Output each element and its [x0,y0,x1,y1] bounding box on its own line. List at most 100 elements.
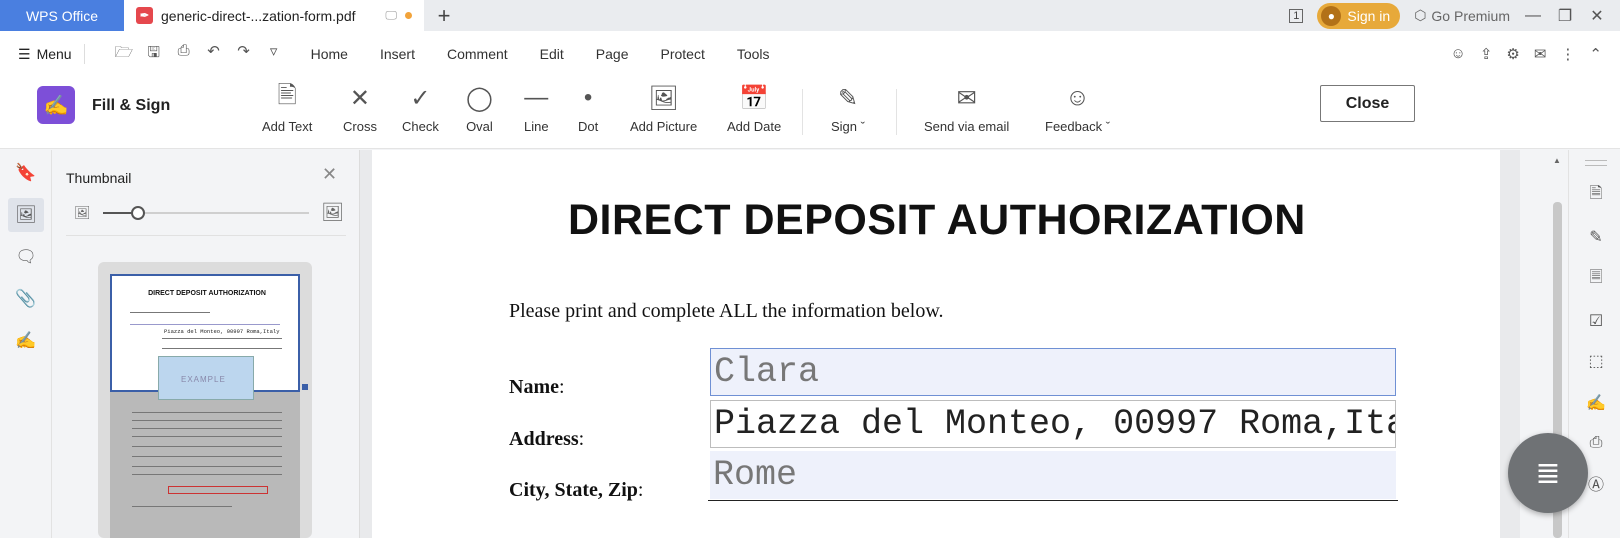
check-button[interactable]: ✓ Check [402,81,439,135]
document-edit-icon[interactable]: 🗎 [1583,182,1609,208]
cross-button[interactable]: ✕ Cross [343,81,377,135]
nav-comment[interactable]: Comment [431,46,524,62]
close-fill-sign-button[interactable]: Close [1320,85,1415,122]
thumb-address: Piazza del Monteo, 00997 Roma,Italy [164,328,280,335]
thumb-line [130,312,210,313]
check-icon: ✓ [410,84,431,112]
customize-dropdown-icon[interactable]: ▿ [265,42,283,67]
go-premium-label: Go Premium [1431,7,1510,24]
thumb-line [132,466,282,467]
line-button[interactable]: — Line [524,81,549,134]
export-icon[interactable]: ⇪ [1480,45,1493,63]
avatar-icon: ● [1321,5,1342,26]
print-icon[interactable]: ⎙ [175,42,193,67]
calendar-icon: 📅 [739,84,770,112]
redo-icon[interactable]: ↷ [235,42,253,67]
go-premium-button[interactable]: ⬡ Go Premium [1414,7,1510,24]
oval-button[interactable]: ◯ Oval [466,81,493,135]
nav-edit[interactable]: Edit [524,46,580,62]
nav-protect[interactable]: Protect [644,46,720,62]
smiley-icon: ☺ [1065,84,1090,111]
address-field[interactable]: Piazza del Monteo, 00997 Roma,Italy [710,400,1396,448]
signature-pen-icon[interactable]: ✍ [1583,390,1609,416]
pdf-page: DIRECT DEPOSIT AUTHORIZATION Please prin… [372,150,1500,538]
add-date-button[interactable]: 📅 Add Date [727,81,781,135]
add-picture-button[interactable]: 🖼 Add Picture [630,81,697,135]
sign-label: Sign ˇ [831,119,865,134]
nav-home[interactable]: Home [295,46,364,62]
city-state-zip-label: City, State, Zip: [509,479,644,501]
main-navigation: Home Insert Comment Edit Page Protect To… [295,46,786,62]
feedback-button[interactable]: ☺ Feedback ˇ [1045,81,1110,134]
close-window-icon[interactable]: ✕ [1588,6,1606,26]
settings-gear-icon[interactable]: ⚙ [1506,45,1519,63]
address-field-text: Piazza del Monteo, 00997 Roma,Italy [714,404,1396,444]
thumbnail-icon[interactable]: 🖼 [8,198,44,232]
scroll-up-icon[interactable]: ▲ [1553,156,1561,165]
send-email-label: Send via email [924,119,1010,134]
quick-access-toolbar: 🗁 🖫 ⎙ ↶ ↷ ▿ [115,42,283,67]
nav-tools[interactable]: Tools [721,46,786,62]
new-tab-button[interactable]: + [424,0,464,31]
thumb-line [130,324,280,325]
wps-office-tab[interactable]: WPS Office [0,0,124,31]
form-check-icon[interactable]: ☑ [1583,308,1609,334]
menu-button[interactable]: ☰ Menu [18,46,72,63]
tab-bar: WPS Office ✒ generic-direct-...zation-fo… [0,0,1620,31]
thumb-doc-title: DIRECT DEPOSIT AUTHORIZATION [148,290,266,297]
dot-icon: • [583,84,593,111]
bookmark-icon[interactable]: 🔖 [8,156,44,190]
open-folder-icon[interactable]: 🗁 [115,42,134,67]
attachment-icon[interactable]: 📎 [8,282,44,316]
more-vertical-icon[interactable]: ⋮ [1560,45,1575,63]
close-panel-icon[interactable]: ✕ [322,164,337,185]
premium-icon: ⬡ [1414,7,1427,23]
nav-insert[interactable]: Insert [364,46,431,62]
collapse-ribbon-icon[interactable]: ⌃ [1589,45,1602,63]
fill-sign-logo-icon: ✍ [37,86,75,124]
comment-bubble-icon[interactable]: ✉ [1534,45,1547,63]
edit-pencil-icon[interactable]: ✎ [1583,224,1609,250]
crop-page-icon[interactable]: ⬚ [1583,348,1609,374]
thumb-check-example: EXAMPLE [158,356,254,400]
thumb-line [162,348,282,349]
thumbnail-panel-title: Thumbnail [66,170,132,186]
name-field[interactable]: Clara [710,348,1396,396]
save-icon[interactable]: 🖫 [145,42,163,67]
scan-text-icon[interactable]: ≣ [1508,433,1588,513]
page-thumbnail: DIRECT DEPOSIT AUTHORIZATION Piazza del … [110,274,308,538]
sign-in-button[interactable]: ● Sign in [1317,2,1401,29]
comment-icon[interactable]: 🗨 [8,240,44,274]
page-thumbnail-card[interactable]: DIRECT DEPOSIT AUTHORIZATION Piazza del … [98,262,312,538]
city-state-zip-field[interactable]: Rome [710,451,1396,499]
window-count-icon[interactable]: 1 [1289,8,1304,23]
restore-icon[interactable]: ❐ [1556,6,1574,26]
text-box-icon: 🖹 [277,81,297,109]
signature-icon[interactable]: ✍ [8,324,44,358]
ribbon-divider [896,89,897,135]
dot-button[interactable]: • Dot [578,81,598,134]
minimize-icon[interactable]: — [1524,7,1542,25]
undo-icon[interactable]: ↶ [205,42,223,67]
zoom-out-image-icon[interactable]: 🖼 [74,205,91,221]
add-text-button[interactable]: 🖹 Add Text [262,81,312,135]
document-list-icon[interactable]: 🗏 [1583,266,1609,292]
sign-in-label: Sign in [1347,7,1391,24]
sign-button[interactable]: ✎ Sign ˇ [831,81,865,135]
document-canvas: DIRECT DEPOSIT AUTHORIZATION Please prin… [360,150,1520,538]
instruction-text: Please print and complete ALL the inform… [509,300,944,322]
slider-knob[interactable] [130,205,145,220]
ribbon-title: Fill & Sign [92,97,171,114]
document-tab-title: generic-direct-...zation-form.pdf [161,7,356,24]
print-icon[interactable]: ⎙ [1583,430,1609,456]
thumb-line [132,506,232,507]
document-tab[interactable]: ✒ generic-direct-...zation-form.pdf 🖵 [124,0,424,31]
send-via-email-button[interactable]: ✉ Send via email [924,81,1010,135]
thumbnail-size-slider[interactable] [102,205,310,221]
visible-area-indicator: DIRECT DEPOSIT AUTHORIZATION Piazza del … [110,274,300,400]
divider [83,44,85,64]
thumb-line [132,420,282,421]
zoom-in-image-icon[interactable]: 🖼 [321,202,344,223]
nav-page[interactable]: Page [580,46,645,62]
share-user-icon[interactable]: ☺ [1450,45,1465,63]
